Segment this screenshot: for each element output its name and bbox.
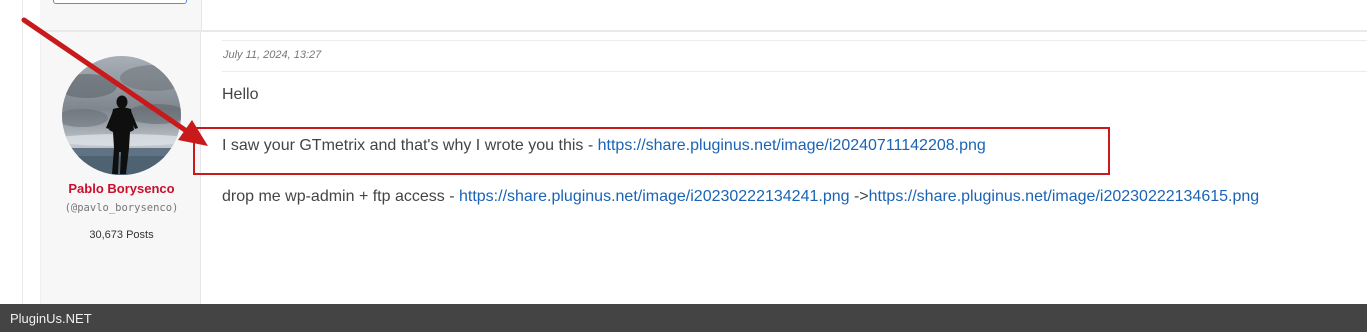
- link-separator: ->: [849, 188, 869, 205]
- greeting-text: Hello: [222, 86, 259, 103]
- footer-brand[interactable]: PluginUs.NET: [10, 311, 92, 326]
- author-post-count: 30,673 Posts: [89, 229, 154, 241]
- footer-bar: PluginUs.NET: [0, 304, 1367, 332]
- previous-post: [40, 0, 1367, 30]
- post-text-access-request: drop me wp-admin + ftp access - https://…: [222, 188, 1259, 206]
- post-meta-divider-bottom: [222, 71, 1367, 72]
- author-column: Pablo Borysenco (@pavlo_borysenco) 30,67…: [40, 32, 201, 304]
- left-gutter-line: [22, 0, 23, 304]
- access-screenshot-link-1[interactable]: https://share.pluginus.net/image/i202302…: [459, 188, 850, 205]
- access-request-text: drop me wp-admin + ftp access -: [222, 188, 459, 205]
- post-date: July 11, 2024, 13:27: [223, 49, 322, 61]
- previous-post-author-column: [40, 0, 202, 30]
- post-meta-divider-top: [222, 40, 1367, 41]
- annotation-highlight-box: [193, 127, 1110, 175]
- author-name[interactable]: Pablo Borysenco: [41, 181, 202, 196]
- access-screenshot-link-2[interactable]: https://share.pluginus.net/image/i202302…: [869, 188, 1260, 205]
- previous-post-button[interactable]: [53, 0, 187, 4]
- avatar[interactable]: [62, 56, 181, 175]
- avatar-photo: [62, 56, 181, 175]
- author-handle: (@pavlo_borysenco): [64, 202, 179, 214]
- post-text-greeting: Hello: [222, 86, 258, 104]
